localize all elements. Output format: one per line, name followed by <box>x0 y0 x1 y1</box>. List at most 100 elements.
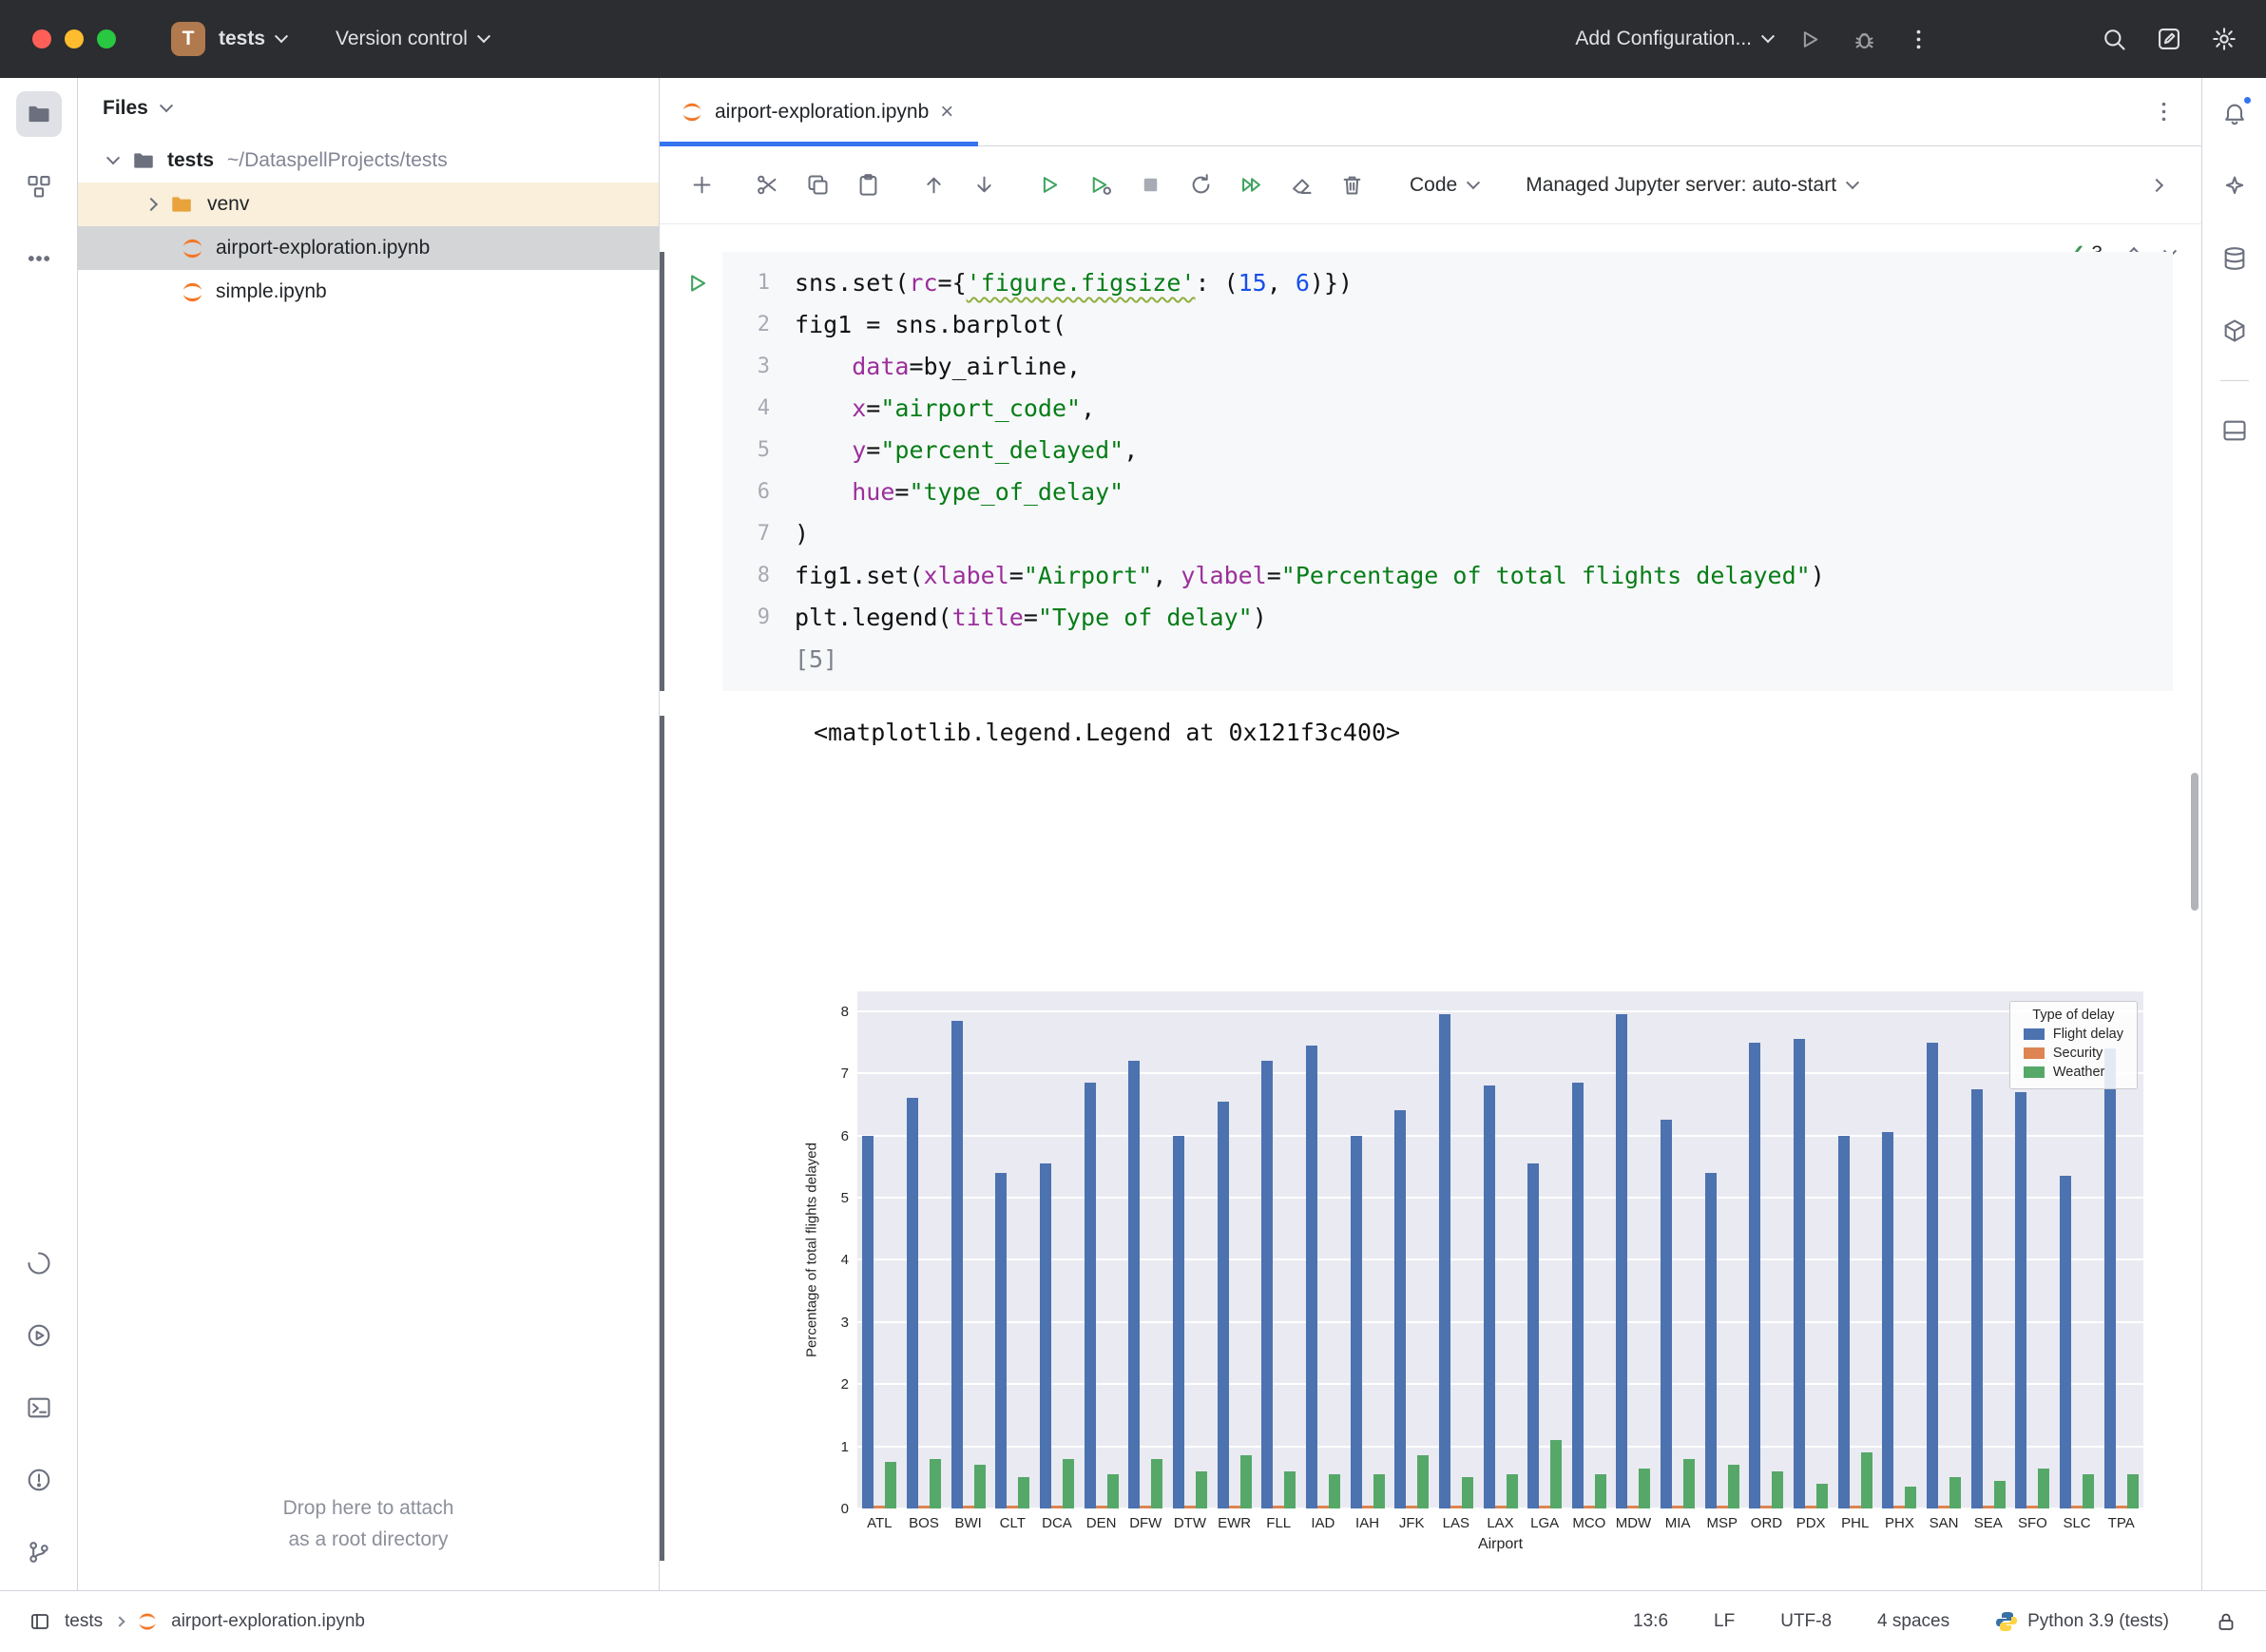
version-control-menu[interactable]: Version control <box>336 28 489 50</box>
spinner-arc-icon <box>26 1250 52 1277</box>
stop-kernel-button[interactable] <box>1131 166 1169 204</box>
delete-cell-button[interactable] <box>1333 166 1371 204</box>
interpreter-selector[interactable]: Python 3.9 (tests) <box>1995 1610 2169 1633</box>
bar-group <box>1123 1061 1168 1508</box>
jupyter-server-selector[interactable]: Managed Jupyter server: auto-start <box>1526 174 1857 197</box>
editor-scrollbar[interactable] <box>2191 773 2199 911</box>
breadcrumb-root[interactable]: tests <box>65 1611 103 1632</box>
packages-tool-button[interactable] <box>2212 308 2257 354</box>
run-all-icon <box>1239 172 1264 198</box>
legend-entry: Flight delay <box>2024 1027 2123 1042</box>
more-options-icon[interactable] <box>1906 27 1931 52</box>
bar <box>1261 1061 1273 1508</box>
x-tick-label: DTW <box>1168 1515 1213 1531</box>
legend-entry: Weather <box>2024 1065 2123 1080</box>
structure-tool-button[interactable] <box>16 163 62 209</box>
cut-cell-button[interactable] <box>748 166 786 204</box>
y-tick-label: 6 <box>841 1128 849 1144</box>
search-icon[interactable] <box>2101 26 2127 52</box>
x-tick-label: PHX <box>1877 1515 1922 1531</box>
files-panel-title: Files <box>103 97 148 120</box>
tree-root-tests[interactable]: tests ~/DataspellProjects/tests <box>78 139 659 182</box>
indent-selector[interactable]: 4 spaces <box>1877 1611 1949 1632</box>
tab-airport-exploration[interactable]: airport-exploration.ipynb × <box>660 78 978 145</box>
bar <box>1040 1163 1051 1508</box>
bar <box>2015 1092 2026 1508</box>
project-tool-button[interactable] <box>16 91 62 137</box>
bar <box>1107 1474 1119 1508</box>
add-cell-button[interactable] <box>682 166 720 204</box>
layout-tool-button[interactable] <box>2212 408 2257 453</box>
bar <box>1705 1173 1717 1508</box>
x-tick-label: MIA <box>1656 1515 1700 1531</box>
bar <box>2026 1506 2038 1508</box>
run-all-cells-button[interactable] <box>1232 166 1270 204</box>
code-cell[interactable]: 1sns.set(rc={'figure.figsize': (15, 6)})… <box>722 252 2173 691</box>
encoding-selector[interactable]: UTF-8 <box>1780 1611 1832 1632</box>
bar <box>930 1459 941 1508</box>
toolbar-overflow-chevron[interactable] <box>2150 178 2163 191</box>
output-cell-stripe <box>660 716 664 1561</box>
tab-close-icon[interactable]: × <box>940 101 953 124</box>
window-minimize-button[interactable] <box>65 29 84 48</box>
paste-cell-button[interactable] <box>849 166 887 204</box>
tree-item-simple[interactable]: simple.ipynb <box>78 270 659 314</box>
files-panel-header[interactable]: Files <box>78 78 659 139</box>
terminal-tool-button[interactable] <box>16 1385 62 1431</box>
more-tool-windows-button[interactable] <box>16 236 62 281</box>
chevron-down-icon <box>1467 176 1480 189</box>
move-cell-down-button[interactable] <box>965 166 1003 204</box>
bar <box>1229 1506 1240 1508</box>
bar-group <box>946 1021 990 1508</box>
ai-assistant-button[interactable] <box>2212 163 2257 209</box>
run-cell-gutter-button[interactable] <box>684 270 711 301</box>
run-debug-cell-button[interactable] <box>1081 166 1119 204</box>
bar <box>1184 1506 1196 1508</box>
bar-group <box>1877 1132 1922 1508</box>
bar <box>1051 1506 1063 1508</box>
x-tick-label: IAH <box>1345 1515 1390 1531</box>
legend-title: Type of delay <box>2024 1008 2123 1023</box>
tree-item-airport-exploration[interactable]: airport-exploration.ipynb <box>78 226 659 270</box>
bar-group <box>2099 1048 2143 1508</box>
bar <box>1983 1506 1994 1508</box>
git-tool-button[interactable] <box>16 1529 62 1575</box>
move-cell-up-button[interactable] <box>914 166 952 204</box>
run-cell-button[interactable] <box>1030 166 1068 204</box>
edit-icon[interactable] <box>2156 26 2182 52</box>
settings-gear-icon[interactable] <box>2211 26 2237 52</box>
services-tool-button[interactable] <box>16 1313 62 1358</box>
editor-area: airport-exploration.ipynb × Code Managed… <box>660 78 2201 1590</box>
arrow-down-icon <box>971 172 997 198</box>
cell-type-selector[interactable]: Code <box>1410 174 1478 197</box>
y-axis-label: Percentage of total flights delayed <box>798 991 825 1508</box>
restart-kernel-button[interactable] <box>1181 166 1219 204</box>
cursor-position[interactable]: 13:6 <box>1633 1611 1668 1632</box>
run-button-icon[interactable] <box>1797 27 1823 52</box>
lock-icon[interactable] <box>2215 1610 2237 1633</box>
code-line: 7) <box>722 513 2173 555</box>
breadcrumb-file[interactable]: airport-exploration.ipynb <box>171 1611 365 1632</box>
legend-swatch <box>2024 1047 2045 1059</box>
chevron-right-icon <box>144 198 158 211</box>
run-configuration-selector[interactable]: Add Configuration... <box>1575 28 1773 50</box>
trash-icon <box>1339 172 1365 198</box>
notifications-button[interactable] <box>2212 91 2257 137</box>
y-tick-label: 1 <box>841 1439 849 1455</box>
window-zoom-button[interactable] <box>97 29 116 48</box>
bar <box>885 1462 896 1508</box>
tab-options-icon[interactable] <box>2151 99 2177 125</box>
tree-item-venv[interactable]: venv <box>78 182 659 226</box>
debug-button-icon[interactable] <box>1852 27 1877 52</box>
kernel-status-button[interactable] <box>16 1240 62 1286</box>
problems-tool-button[interactable] <box>16 1457 62 1503</box>
code-line: 2fig1 = sns.barplot( <box>722 304 2173 346</box>
bar <box>1439 1014 1450 1508</box>
project-menu[interactable]: tests <box>219 28 286 50</box>
window-close-button[interactable] <box>32 29 51 48</box>
copy-cell-button[interactable] <box>798 166 836 204</box>
bar-group <box>1567 1083 1612 1508</box>
clear-outputs-button[interactable] <box>1282 166 1320 204</box>
line-ending-selector[interactable]: LF <box>1714 1611 1735 1632</box>
database-tool-button[interactable] <box>2212 236 2257 281</box>
